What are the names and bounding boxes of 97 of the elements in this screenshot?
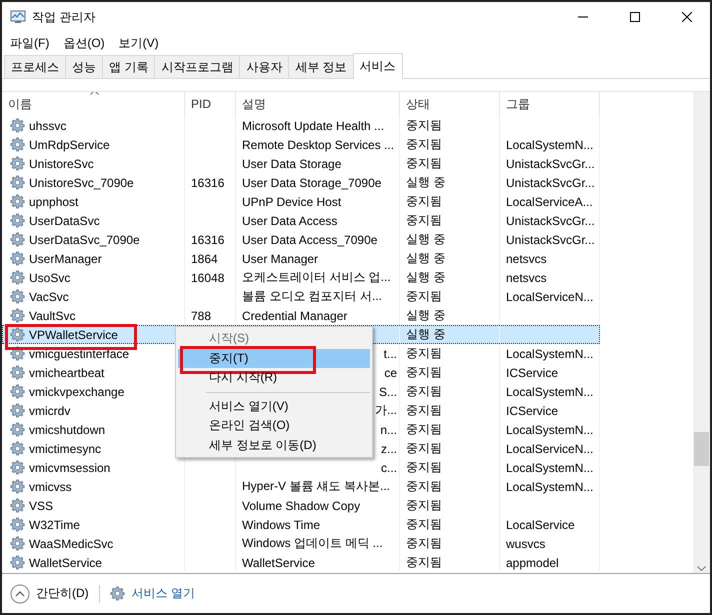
pid-cell: 16316 <box>191 232 224 246</box>
group-cell: LocalService <box>506 518 575 532</box>
status-cell: 실행 중 <box>406 174 446 191</box>
group-cell: UnistackSvcGr... <box>506 214 595 228</box>
group-cell: wusvcs <box>506 536 546 550</box>
description-cell: Volume Shadow Copy <box>242 498 360 512</box>
group-cell: netsvcs <box>506 252 547 266</box>
service-name: UnistoreSvc_7090e <box>29 176 134 190</box>
service-name: vmicguestinterface <box>29 346 130 360</box>
status-cell: 중지됨 <box>406 421 442 438</box>
service-name: UserDataSvc <box>29 214 100 228</box>
service-name: VacSvc <box>29 290 69 304</box>
status-cell: 중지됨 <box>406 402 442 419</box>
status-cell: 중지됨 <box>406 136 442 153</box>
group-cell: appmodel <box>506 556 559 570</box>
group-cell: UnistackSvcGr... <box>506 176 595 190</box>
group-cell: LocalSystemN... <box>506 480 594 494</box>
service-name: vmictimesync <box>29 442 102 456</box>
description-cell: Credential Manager <box>242 308 348 322</box>
description-cell: Remote Desktop Services ... <box>242 138 394 152</box>
service-name: WalletService <box>29 556 102 570</box>
status-cell: 중지됨 <box>406 440 442 457</box>
group-cell: LocalServiceN... <box>506 290 594 304</box>
description-cell: S... <box>378 384 397 398</box>
service-name: UmRdpService <box>29 138 110 152</box>
service-name: vmicshutdown <box>29 422 106 436</box>
group-cell: LocalSystemN... <box>506 460 594 474</box>
service-name: VaultSvc <box>29 308 76 322</box>
description-cell: User Manager <box>242 252 318 266</box>
status-cell: 중지됨 <box>406 554 442 571</box>
service-name: vmicrdv <box>29 404 70 418</box>
status-cell: 실행 중 <box>406 326 446 343</box>
status-cell: 중지됨 <box>406 364 442 381</box>
status-cell: 중지됨 <box>406 117 442 134</box>
status-cell: 중지됨 <box>406 478 442 495</box>
status-cell: 중지됨 <box>406 212 442 229</box>
group-cell: ICService <box>506 366 558 380</box>
description-cell: ce <box>384 366 397 380</box>
service-name: VPWalletService <box>29 328 118 342</box>
pid-cell: 16316 <box>191 176 224 190</box>
description-cell: Windows 업데이트 메딕 ... <box>242 535 383 552</box>
group-cell: LocalSystemN... <box>506 346 594 360</box>
group-cell: ICService <box>506 404 558 418</box>
description-cell: z... <box>380 442 397 456</box>
pid-cell: 788 <box>191 308 212 322</box>
group-cell: netsvcs <box>506 270 547 284</box>
service-name: WaaSMedicSvc <box>29 536 114 550</box>
description-cell: 오케스트레이터 서비스 업... <box>242 269 391 286</box>
description-cell: Microsoft Update Health ... <box>242 118 384 132</box>
status-cell: 중지됨 <box>406 459 442 476</box>
description-cell: User Data Storage_7090e <box>242 176 382 190</box>
service-name: uhssvc <box>29 118 66 132</box>
status-cell: 중지됨 <box>406 345 442 362</box>
service-name: UserManager <box>29 252 102 266</box>
service-name: vmicvss <box>29 480 72 494</box>
status-cell: 실행 중 <box>406 307 446 324</box>
status-cell: 중지됨 <box>406 193 442 210</box>
status-cell: 실행 중 <box>406 250 446 267</box>
service-name: UsoSvc <box>29 270 70 284</box>
description-cell: 가... <box>374 402 397 419</box>
window-title: 작업 관리자 <box>32 8 96 26</box>
status-cell: 중지됨 <box>406 497 442 514</box>
service-name: vmicheartbeat <box>29 366 104 380</box>
group-cell: LocalServiceN... <box>506 442 594 456</box>
description-cell: n... <box>380 422 397 436</box>
description-cell: User Data Storage <box>242 156 342 170</box>
service-name: vmickvpexchange <box>29 384 124 398</box>
service-name: UserDataSvc_7090e <box>29 232 140 246</box>
status-cell: 중지됨 <box>406 288 442 305</box>
status-cell: 중지됨 <box>406 516 442 533</box>
description-cell: t... <box>384 346 397 360</box>
status-cell: 중지됨 <box>406 383 442 400</box>
service-name: W32Time <box>29 518 80 532</box>
status-cell: 중지됨 <box>406 155 442 172</box>
group-cell: LocalSystemN... <box>506 138 594 152</box>
service-name: vmicvmsession <box>29 460 110 474</box>
status-cell: 실행 중 <box>406 269 446 286</box>
pid-cell: 1864 <box>191 252 218 266</box>
description-cell: Windows Time <box>242 518 320 532</box>
description-cell: 볼륨 오디오 컴포지터 서... <box>242 288 382 305</box>
service-name: UnistoreSvc <box>29 156 94 170</box>
group-cell: LocalSystemN... <box>506 422 594 436</box>
group-cell: LocalServiceA... <box>506 194 593 208</box>
pid-cell: 16048 <box>191 270 224 284</box>
description-cell: c... <box>380 460 397 474</box>
description-cell: User Data Access <box>242 214 338 228</box>
service-name: upnphost <box>29 194 78 208</box>
group-cell: UnistackSvcGr... <box>506 232 595 246</box>
status-cell: 중지됨 <box>406 535 442 552</box>
description-cell: UPnP Device Host <box>242 194 342 208</box>
group-cell: LocalSystemN... <box>506 384 594 398</box>
description-cell: Hyper-V 볼륨 섀도 복사본... <box>242 478 390 495</box>
description-cell: WalletService <box>242 556 315 570</box>
status-cell: 실행 중 <box>406 231 446 248</box>
group-cell: UnistackSvcGr... <box>506 156 595 170</box>
service-name: VSS <box>29 498 54 512</box>
description-cell: User Data Access_7090e <box>242 232 378 246</box>
